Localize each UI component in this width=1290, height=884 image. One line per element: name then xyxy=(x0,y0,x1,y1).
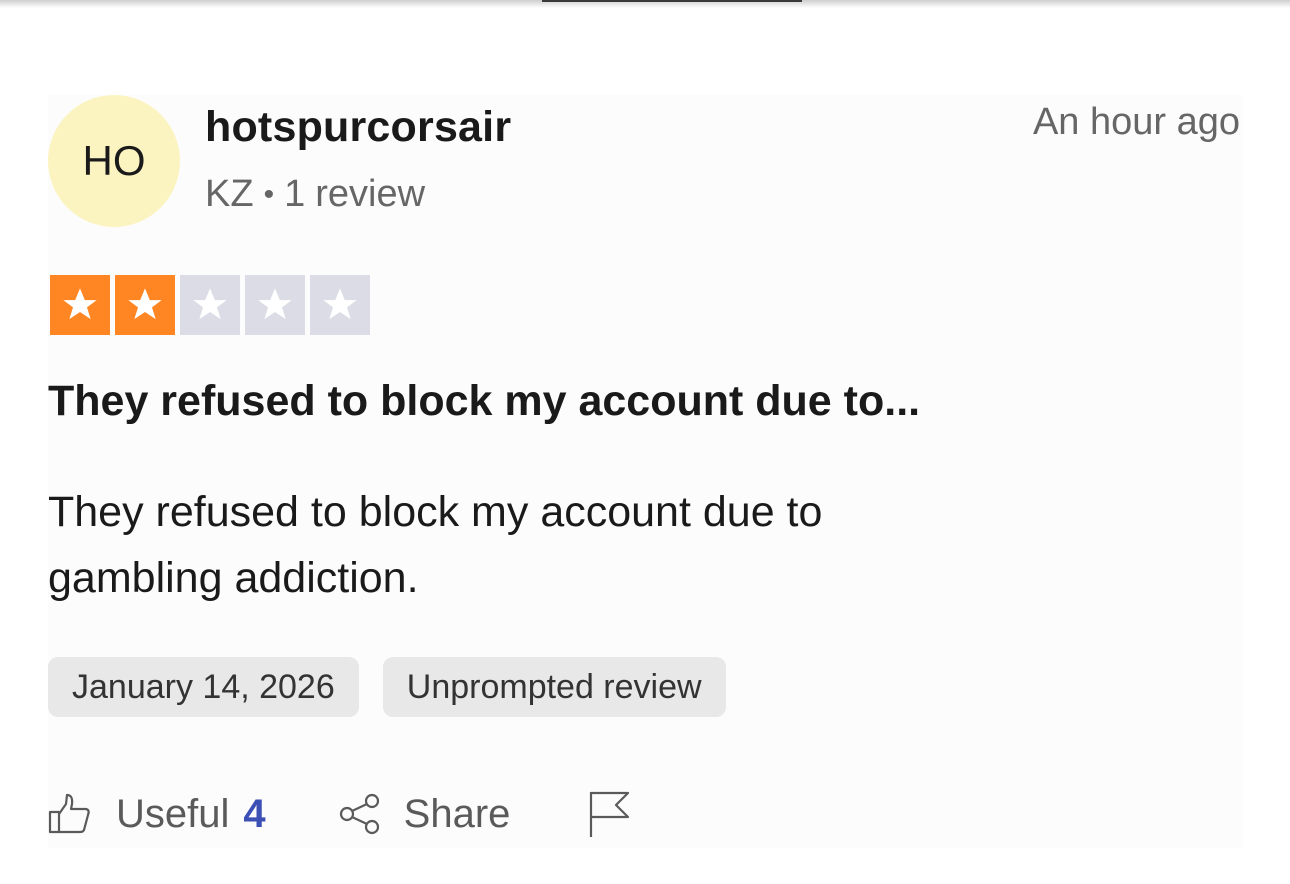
review-title[interactable]: They refused to block my account due to.… xyxy=(48,377,920,426)
review-type-tag[interactable]: Unprompted review xyxy=(382,657,726,717)
share-label: Share xyxy=(403,791,511,836)
report-button[interactable] xyxy=(588,789,632,839)
star-3 xyxy=(180,275,240,335)
useful-button[interactable]: Useful 4 xyxy=(48,792,266,837)
star-icon xyxy=(258,288,292,320)
date-tag: January 14, 2026 xyxy=(48,657,359,717)
star-2 xyxy=(115,275,175,335)
reviewer-meta: KZ • 1 review xyxy=(205,173,425,216)
flag-icon xyxy=(590,791,630,837)
review-card: HO hotspurcorsair KZ • 1 review An hour … xyxy=(48,95,1242,848)
reviewer-country: KZ xyxy=(205,173,254,215)
share-button[interactable]: Share xyxy=(338,791,511,837)
star-rating xyxy=(50,275,370,335)
review-count-label: review xyxy=(315,173,426,215)
star-icon xyxy=(193,288,227,320)
useful-count: 4 xyxy=(243,791,266,836)
star-5 xyxy=(310,275,370,335)
review-count-number: 1 xyxy=(284,173,306,215)
share-icon xyxy=(339,793,379,835)
tab-indicator xyxy=(542,0,802,2)
star-icon xyxy=(128,288,162,320)
thumbs-up-icon xyxy=(48,793,90,834)
avatar-initials: HO xyxy=(82,137,146,184)
review-body: They refused to block my account due to … xyxy=(48,488,823,602)
avatar[interactable]: HO xyxy=(48,95,180,227)
star-icon xyxy=(63,288,97,320)
reviewer-review-count: 1 review xyxy=(284,173,425,216)
reviewer-name[interactable]: hotspurcorsair xyxy=(205,103,511,152)
star-1 xyxy=(50,275,110,335)
review-tags: January 14, 2026 Unprompted review xyxy=(48,657,726,717)
star-icon xyxy=(323,288,357,320)
meta-separator: • xyxy=(263,177,275,211)
review-time: An hour ago xyxy=(1032,101,1240,143)
star-4 xyxy=(245,275,305,335)
review-actions: Useful 4 Share xyxy=(48,789,632,839)
useful-label: Useful xyxy=(116,791,230,836)
